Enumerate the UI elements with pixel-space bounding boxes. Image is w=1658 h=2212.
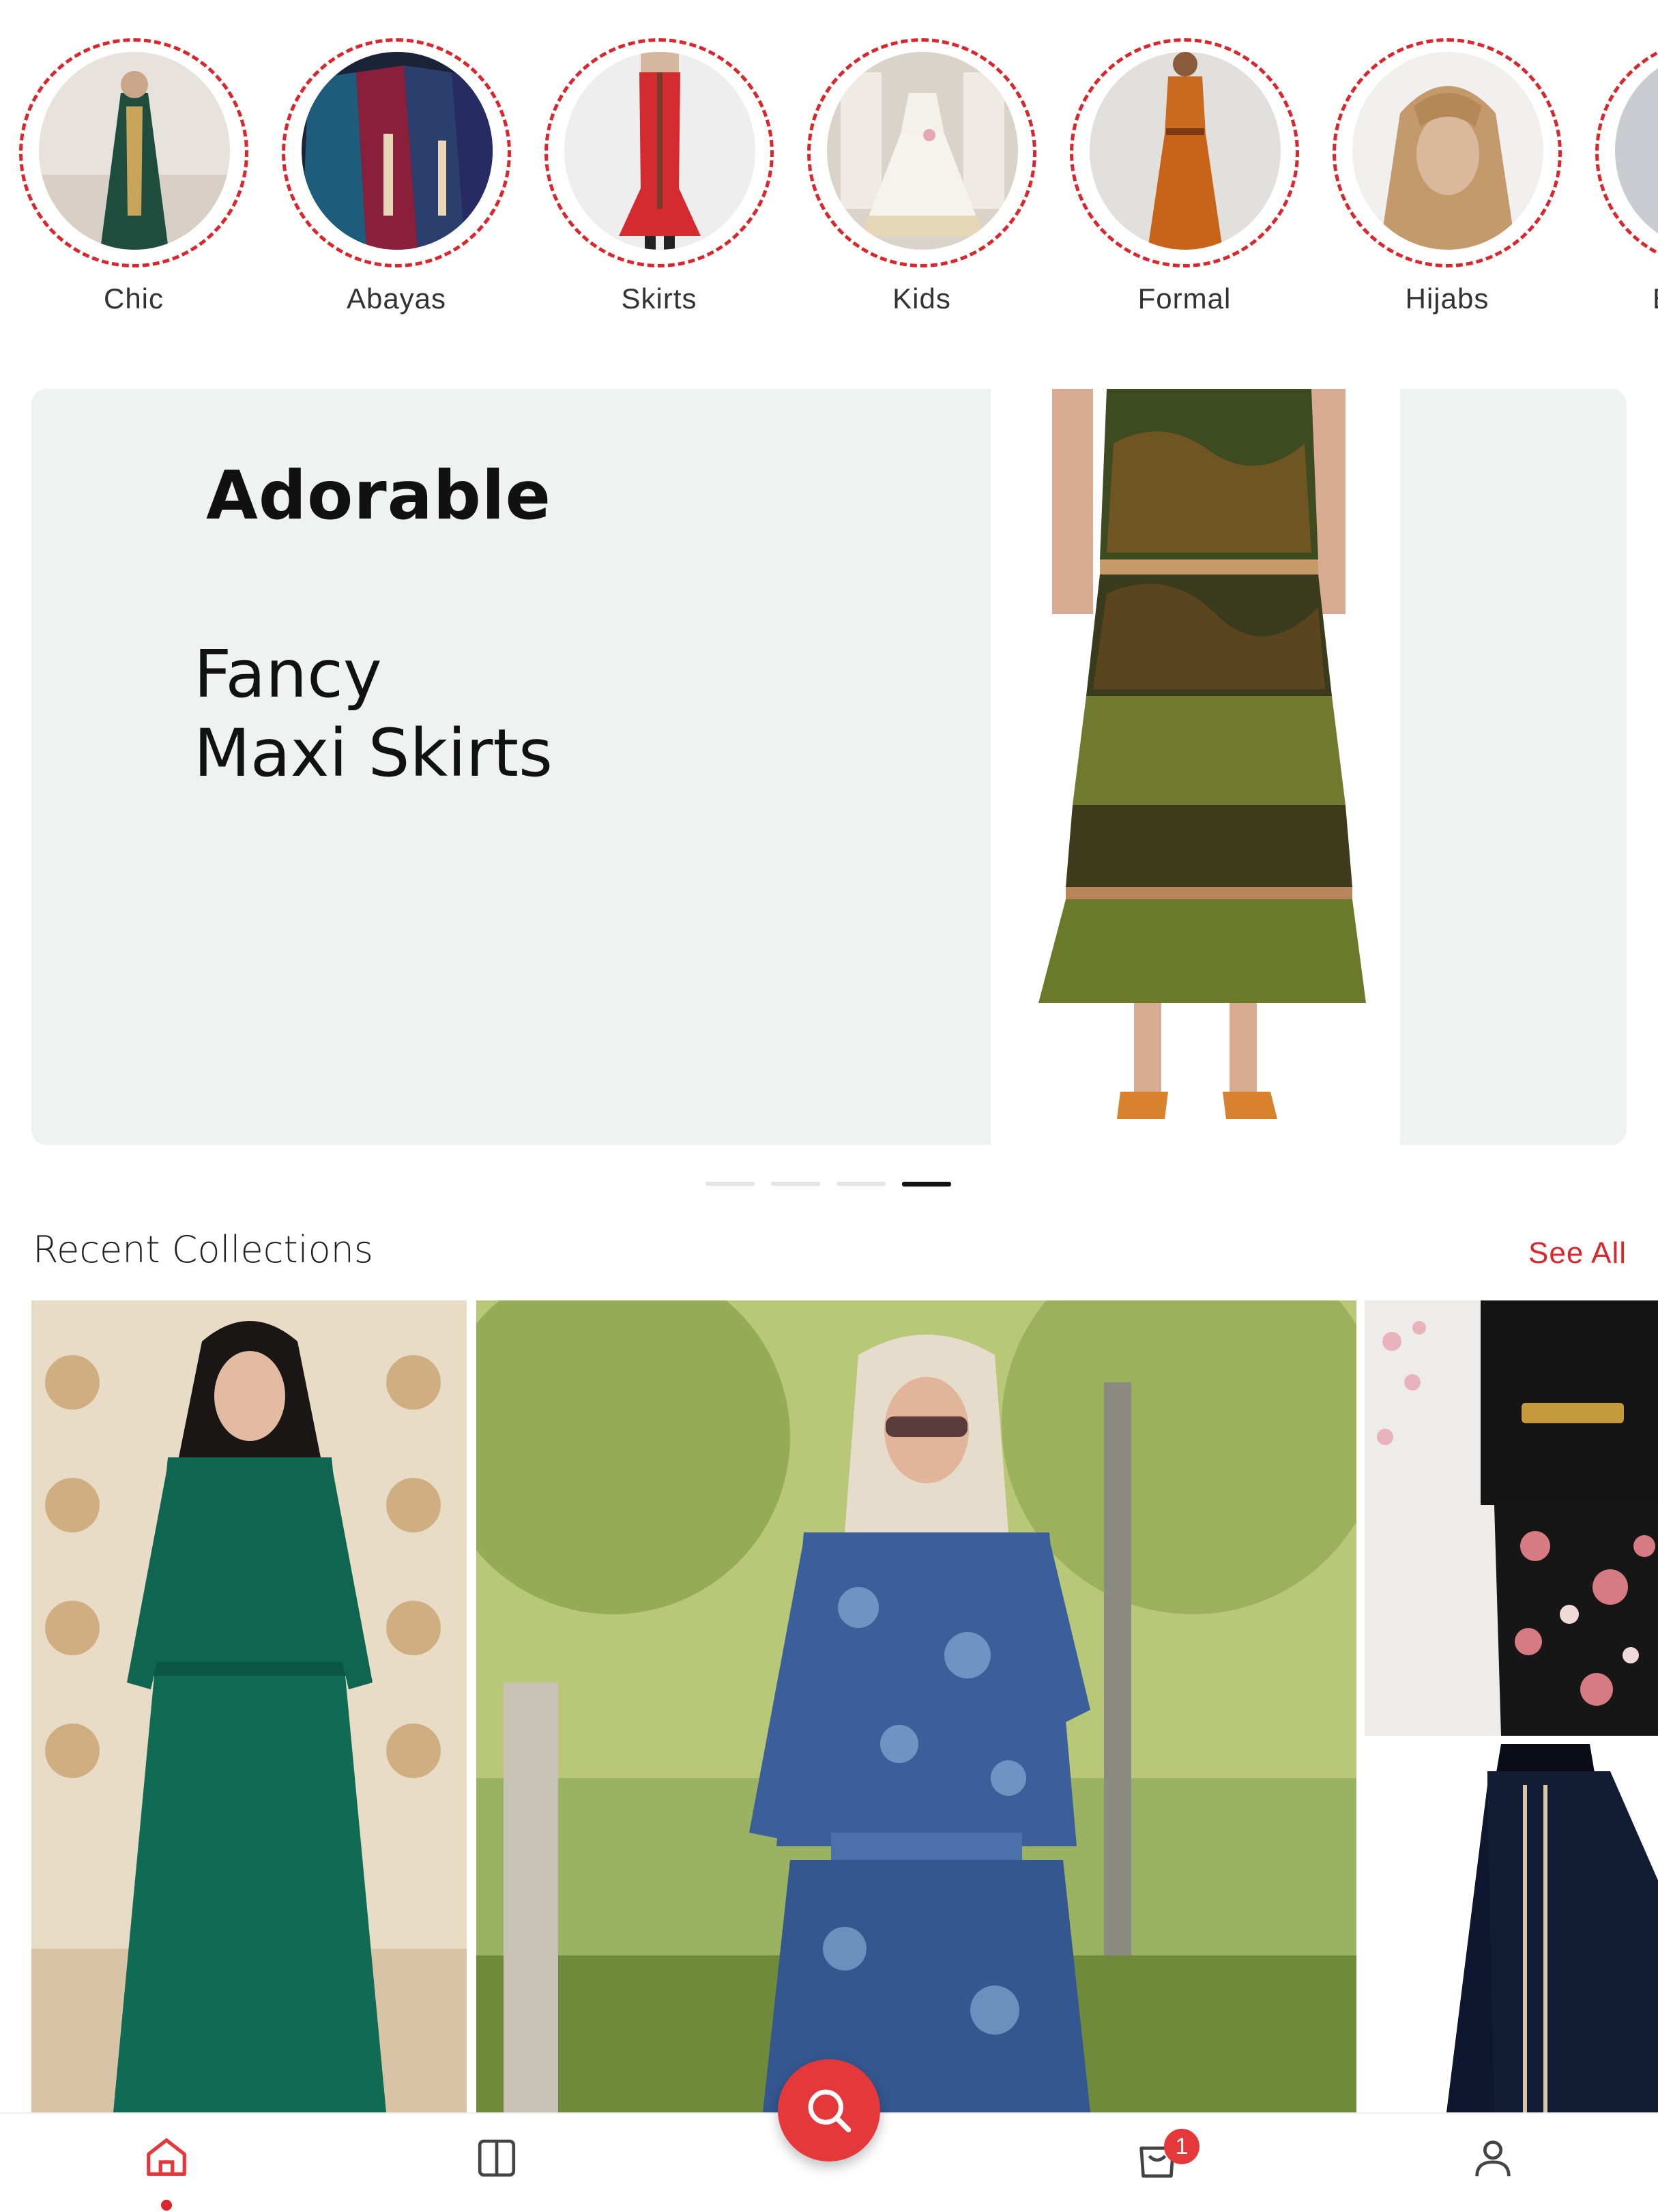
banner-heading: Adorable bbox=[206, 457, 551, 535]
category-abayas[interactable]: Abayas bbox=[282, 38, 517, 325]
category-chic[interactable]: Chic bbox=[19, 38, 254, 325]
category-label: B bbox=[1595, 282, 1658, 315]
category-image bbox=[302, 52, 493, 250]
search-icon bbox=[808, 2089, 852, 2133]
nav-home[interactable] bbox=[139, 2134, 194, 2211]
category-skirts[interactable]: Skirts bbox=[544, 38, 779, 325]
category-partial[interactable]: B bbox=[1595, 38, 1658, 325]
category-image bbox=[39, 52, 230, 250]
category-image bbox=[1352, 52, 1543, 250]
banner-subtitle-line1: Fancy bbox=[194, 636, 382, 712]
carousel-dot[interactable] bbox=[771, 1182, 820, 1186]
carousel-indicator bbox=[706, 1182, 951, 1187]
category-label: Hijabs bbox=[1405, 282, 1489, 315]
category-label: Skirts bbox=[621, 282, 697, 315]
profile-icon bbox=[1475, 2140, 1511, 2177]
collection-tile-navy-abaya[interactable] bbox=[1365, 1744, 1658, 2112]
category-image bbox=[827, 52, 1018, 250]
active-indicator bbox=[161, 2200, 172, 2211]
carousel-dot[interactable] bbox=[706, 1182, 755, 1186]
home-icon bbox=[147, 2138, 186, 2176]
cart-count-badge: 1 bbox=[1164, 2129, 1199, 2164]
category-label: Chic bbox=[103, 282, 164, 315]
category-image bbox=[1090, 52, 1281, 250]
section-title: Recent Collections bbox=[33, 1228, 374, 1271]
nav-cart[interactable]: 1 bbox=[1130, 2129, 1199, 2189]
carousel-dot[interactable] bbox=[837, 1182, 886, 1186]
see-all-link[interactable]: See All bbox=[1528, 1236, 1627, 1270]
category-label: Formal bbox=[1137, 282, 1232, 315]
category-formal[interactable]: Formal bbox=[1070, 38, 1305, 325]
nav-profile[interactable] bbox=[1466, 2134, 1520, 2189]
category-label: Abayas bbox=[346, 282, 447, 315]
carousel-dot-active[interactable] bbox=[902, 1182, 951, 1187]
promo-banner[interactable]: Adorable Fancy Maxi Skirts bbox=[31, 389, 1627, 1145]
nav-catalog[interactable] bbox=[469, 2134, 524, 2189]
banner-subtitle-line2: Maxi Skirts bbox=[194, 715, 553, 791]
banner-product-image bbox=[991, 389, 1400, 1145]
collection-tile-green-dress[interactable] bbox=[31, 1300, 467, 2112]
catalog-icon bbox=[478, 2139, 516, 2177]
collection-tile-blue-floral[interactable] bbox=[476, 1300, 1356, 2112]
category-kids[interactable]: Kids bbox=[807, 38, 1042, 325]
banner-subtitle: Fancy Maxi Skirts bbox=[194, 635, 808, 793]
category-image bbox=[564, 52, 755, 250]
search-fab-button[interactable] bbox=[778, 2059, 880, 2162]
category-strip: Chic Abayas Skirts Kids Formal Hijabs bbox=[0, 0, 1658, 328]
category-label: Kids bbox=[892, 282, 951, 315]
collection-tile-floral-jacket[interactable] bbox=[1365, 1300, 1658, 1736]
category-hijabs[interactable]: Hijabs bbox=[1333, 38, 1567, 325]
